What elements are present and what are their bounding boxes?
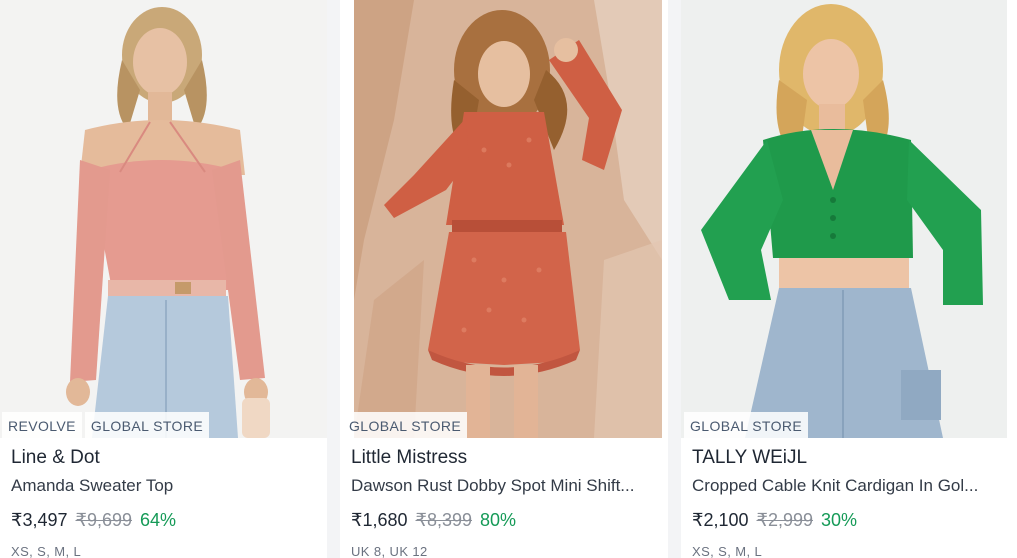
- store-tags: GLOBAL STORE: [684, 412, 809, 438]
- original-price: ₹8,399: [415, 510, 473, 530]
- product-brand[interactable]: Little Mistress: [351, 446, 660, 470]
- available-sizes: XS, S, M, L: [692, 544, 763, 558]
- product-title[interactable]: Amanda Sweater Top: [11, 475, 319, 497]
- product-info: Little Mistress Dawson Rust Dobby Spot M…: [351, 446, 660, 558]
- sale-price: ₹2,100: [692, 510, 749, 530]
- discount-percent: 64%: [140, 510, 177, 530]
- store-tag: GLOBAL STORE: [684, 412, 809, 438]
- price-row: ₹1,680 ₹8,399 80%: [351, 509, 660, 531]
- store-tags: REVOLVE GLOBAL STORE: [2, 412, 210, 438]
- discount-percent: 30%: [821, 510, 858, 530]
- product-image[interactable]: [681, 0, 1007, 438]
- discount-percent: 80%: [480, 510, 517, 530]
- available-sizes: XS, S, M, L: [11, 544, 82, 558]
- sale-price: ₹3,497: [11, 510, 68, 530]
- product-brand[interactable]: TALLY WEiJL: [692, 446, 1009, 470]
- available-sizes: UK 8, UK 12: [351, 544, 428, 558]
- model-photo-pink-top: [0, 0, 327, 438]
- product-title[interactable]: Dawson Rust Dobby Spot Mini Shift...: [351, 475, 660, 497]
- product-image[interactable]: [354, 0, 662, 438]
- price-row: ₹3,497 ₹9,699 64%: [11, 509, 319, 531]
- store-tag: REVOLVE: [2, 412, 82, 438]
- product-grid: REVOLVE GLOBAL STORE Line & Dot Amanda S…: [0, 0, 1017, 558]
- product-info: TALLY WEiJL Cropped Cable Knit Cardigan …: [692, 446, 1009, 558]
- model-photo-green-cardigan: [681, 0, 1007, 438]
- model-photo-rust-dress: [354, 0, 662, 438]
- store-tags: GLOBAL STORE: [343, 412, 468, 438]
- product-title[interactable]: Cropped Cable Knit Cardigan In Gol...: [692, 475, 1009, 497]
- product-card[interactable]: GLOBAL STORE TALLY WEiJL Cropped Cable K…: [681, 0, 1017, 558]
- sale-price: ₹1,680: [351, 510, 408, 530]
- store-tag: GLOBAL STORE: [84, 412, 210, 438]
- product-info: Line & Dot Amanda Sweater Top ₹3,497 ₹9,…: [11, 446, 319, 558]
- price-row: ₹2,100 ₹2,999 30%: [692, 509, 1009, 531]
- store-tag: GLOBAL STORE: [343, 412, 468, 438]
- original-price: ₹9,699: [75, 510, 133, 530]
- original-price: ₹2,999: [756, 510, 814, 530]
- product-image[interactable]: [0, 0, 327, 438]
- product-card[interactable]: GLOBAL STORE Little Mistress Dawson Rust…: [340, 0, 668, 558]
- product-card[interactable]: REVOLVE GLOBAL STORE Line & Dot Amanda S…: [0, 0, 327, 558]
- product-brand[interactable]: Line & Dot: [11, 446, 319, 470]
